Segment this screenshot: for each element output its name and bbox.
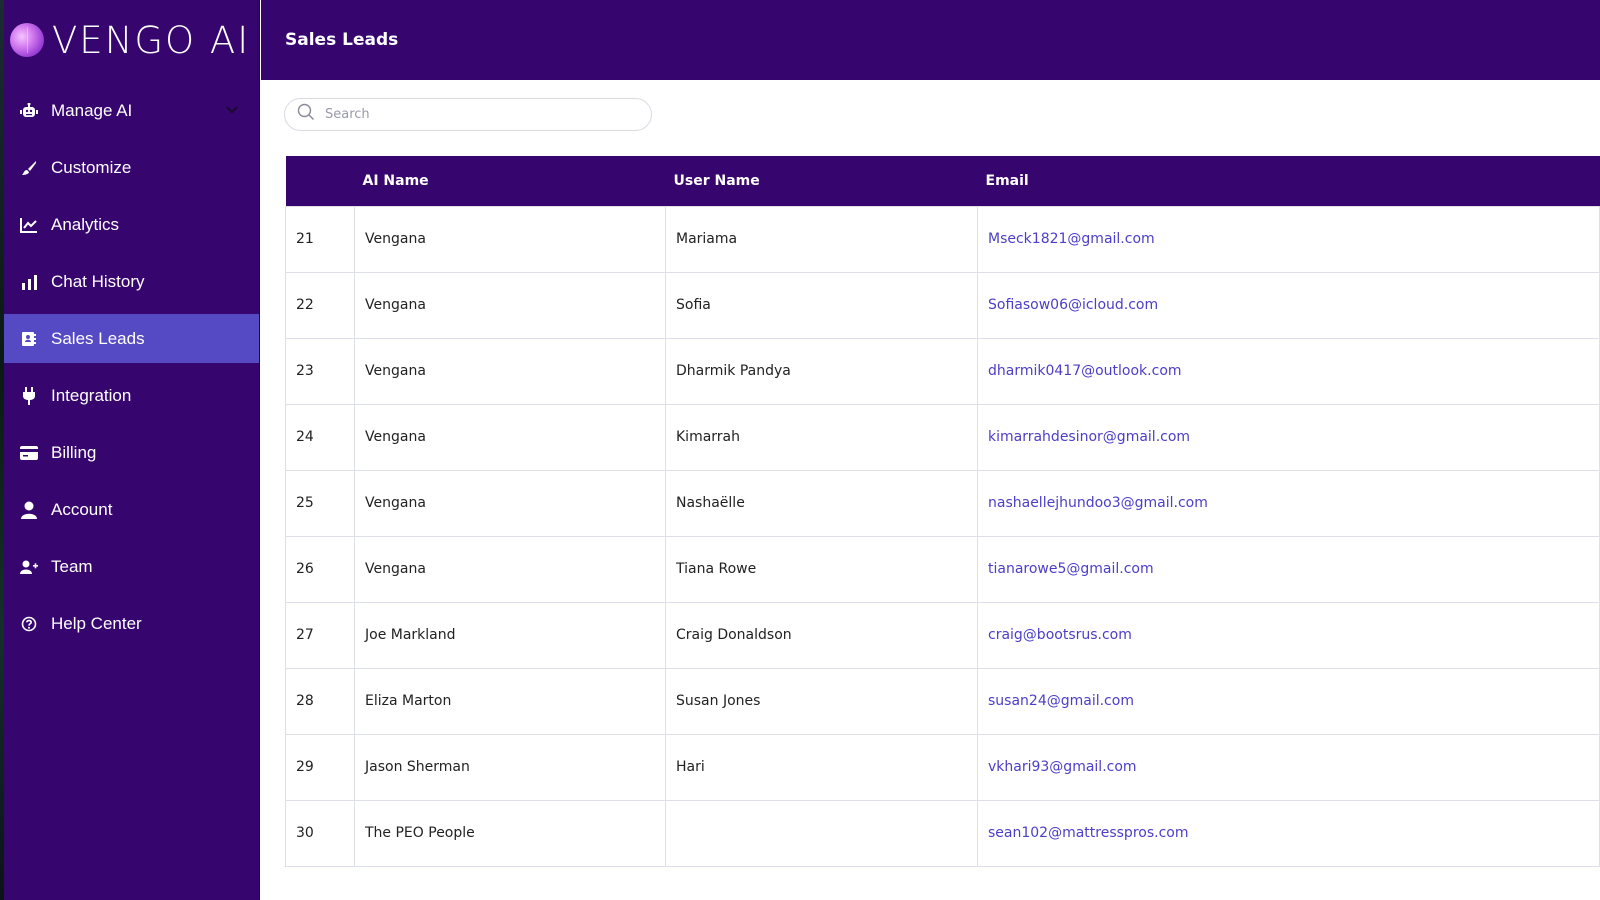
row-email[interactable]: kimarrahdesinor@gmail.com [977, 403, 1600, 471]
sidebar-item-label: Analytics [51, 214, 120, 234]
search-icon [297, 103, 315, 126]
sidebar-item-label: Integration [51, 385, 132, 405]
row-id: 27 [285, 601, 355, 669]
credit-card-icon [19, 443, 39, 463]
row-id: 29 [285, 733, 355, 801]
table-body: 21 Vengana Mariama Mseck1821@gmail.com 22 Ven… [285, 205, 1600, 867]
sidebar-item-label: Customize [51, 157, 132, 177]
table-row[interactable]: 27 Joe Markland Craig Donaldson craig@boots… [285, 601, 1600, 669]
row-user-name: Susan Jones [665, 667, 978, 735]
row-ai-name: The PEO People [354, 799, 666, 867]
row-user-name: Craig Donaldson [665, 601, 978, 669]
table-header-row: AI Name User Name Email [285, 156, 1600, 206]
brand-logo[interactable]: VENGO AI [4, 0, 259, 80]
row-ai-name: Vengana [354, 337, 666, 405]
row-email[interactable]: dharmik0417@outlook.com [977, 337, 1600, 405]
row-email[interactable]: vkhari93@gmail.com [977, 733, 1600, 801]
table-row[interactable]: 21 Vengana Mariama Mseck1821@gmail.com [285, 205, 1600, 273]
row-user-name: Sofia [665, 271, 978, 339]
brush-icon [19, 158, 39, 178]
row-id: 30 [285, 799, 355, 867]
sidebar-item-label: Billing [51, 442, 97, 462]
sidebar-item-label: Sales Leads [51, 328, 145, 348]
row-user-name: Tiana Rowe [665, 535, 978, 603]
contact-card-icon [19, 329, 39, 349]
page-header: Sales Leads [260, 0, 1600, 80]
search-box[interactable] [284, 98, 652, 131]
row-user-name: Nashaëlle [665, 469, 978, 537]
column-header-user-name[interactable]: User Name [666, 156, 978, 206]
row-ai-name: Joe Markland [354, 601, 666, 669]
help-circle-icon [19, 614, 39, 634]
row-user-name: Kimarrah [665, 403, 978, 471]
row-user-name [665, 799, 978, 867]
row-ai-name: Vengana [354, 403, 666, 471]
sales-leads-table: AI Name User Name Email 21 Vengana Mariama… [285, 156, 1600, 867]
robot-icon [19, 101, 39, 121]
sidebar-item-label: Help Center [51, 613, 142, 633]
sidebar-item-team[interactable]: Team [4, 542, 259, 591]
column-header-index [286, 156, 355, 206]
table-row[interactable]: 23 Vengana Dharmik Pandya dharmik0417@outlo… [285, 337, 1600, 405]
row-user-name: Mariama [665, 205, 978, 273]
sidebar-item-billing[interactable]: Billing [4, 428, 259, 477]
table-row[interactable]: 26 Vengana Tiana Rowe tianarowe5@gmail.com [285, 535, 1600, 603]
row-id: 21 [285, 205, 355, 273]
row-ai-name: Vengana [354, 271, 666, 339]
table-row[interactable]: 29 Jason Sherman Hari vkhari93@gmail.com [285, 733, 1600, 801]
column-header-ai-name[interactable]: AI Name [355, 156, 666, 206]
table-row[interactable]: 30 The PEO People sean102@mattresspros.com [285, 799, 1600, 867]
main-content: AI Name User Name Email 21VenganaMariama… [260, 80, 1600, 900]
row-ai-name: Eliza Marton [354, 667, 666, 735]
user-plus-icon [19, 557, 39, 577]
row-email[interactable]: Mseck1821@gmail.com [977, 205, 1600, 273]
sidebar-nav: Manage AI Customize Analytics Chat Histo… [4, 86, 259, 648]
table-row[interactable]: 28 Eliza Marton Susan Jones susan24@gmail.c… [285, 667, 1600, 735]
sidebar-item-label: Manage AI [51, 100, 133, 120]
sidebar-item-chat-history[interactable]: Chat History [4, 257, 259, 306]
user-icon [19, 500, 39, 520]
row-email[interactable]: Sofiasow06@icloud.com [977, 271, 1600, 339]
row-user-name: Hari [665, 733, 978, 801]
sidebar-item-account[interactable]: Account [4, 485, 259, 534]
row-id: 26 [285, 535, 355, 603]
sidebar-item-label: Team [51, 556, 93, 576]
bar-chart-icon [19, 272, 39, 292]
row-ai-name: Vengana [354, 535, 666, 603]
row-ai-name: Jason Sherman [354, 733, 666, 801]
row-id: 24 [285, 403, 355, 471]
sidebar-item-manage-ai[interactable]: Manage AI [4, 86, 259, 135]
brain-logo-icon [10, 23, 44, 57]
table-row[interactable]: 25 Vengana Nashaëlle nashaellejhundoo3@gmai… [285, 469, 1600, 537]
row-email[interactable]: tianarowe5@gmail.com [977, 535, 1600, 603]
sidebar-item-analytics[interactable]: Analytics [4, 200, 259, 249]
plug-icon [19, 386, 39, 406]
sidebar-item-label: Account [51, 499, 113, 519]
row-email[interactable]: susan24@gmail.com [977, 667, 1600, 735]
sidebar-item-label: Chat History [51, 271, 145, 291]
row-ai-name: Vengana [354, 205, 666, 273]
row-id: 23 [285, 337, 355, 405]
row-ai-name: Vengana [354, 469, 666, 537]
sidebar-item-integration[interactable]: Integration [4, 371, 259, 420]
sidebar: VENGO AI Manage AI Customize Analytics C… [4, 0, 259, 900]
search-input[interactable] [325, 107, 625, 122]
chevron-down-icon[interactable] [225, 102, 239, 120]
brand-name: VENGO AI [52, 18, 251, 62]
sidebar-item-customize[interactable]: Customize [4, 143, 259, 192]
table-row[interactable]: 22 Vengana Sofia Sofiasow06@icloud.com [285, 271, 1600, 339]
row-email[interactable]: craig@bootsrus.com [977, 601, 1600, 669]
line-chart-icon [19, 215, 39, 235]
row-id: 22 [285, 271, 355, 339]
page-title: Sales Leads [285, 30, 399, 50]
row-id: 28 [285, 667, 355, 735]
row-email[interactable]: nashaellejhundoo3@gmail.com [977, 469, 1600, 537]
table-row[interactable]: 24 Vengana Kimarrah kimarrahdesinor@gmail.c… [285, 403, 1600, 471]
row-user-name: Dharmik Pandya [665, 337, 978, 405]
column-header-email[interactable]: Email [978, 156, 1600, 206]
sidebar-item-sales-leads[interactable]: Sales Leads [4, 314, 259, 363]
row-id: 25 [285, 469, 355, 537]
sidebar-item-help-center[interactable]: Help Center [4, 599, 259, 648]
row-email[interactable]: sean102@mattresspros.com [977, 799, 1600, 867]
